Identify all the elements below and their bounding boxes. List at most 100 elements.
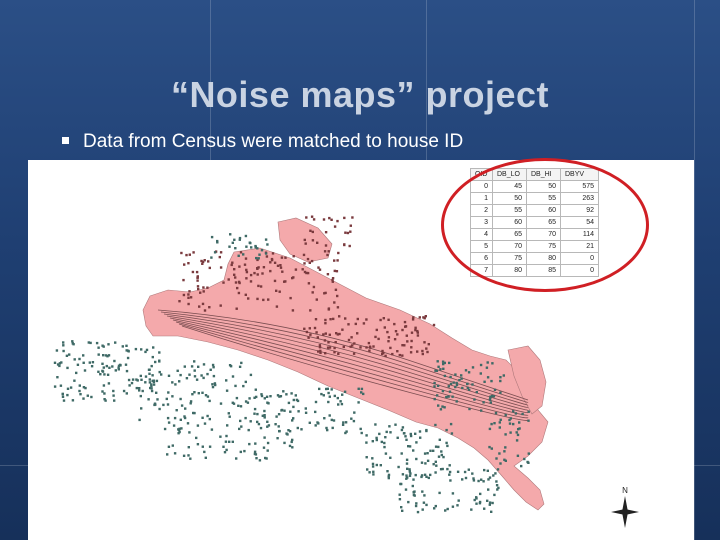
house-point [400, 452, 403, 455]
house-point [434, 445, 438, 448]
house-point [69, 386, 73, 389]
house-point [201, 302, 205, 306]
house-point [111, 365, 114, 368]
house-point [495, 484, 499, 487]
house-point [337, 251, 340, 255]
house-point [345, 430, 348, 433]
house-point [317, 350, 320, 353]
house-point [237, 404, 240, 407]
house-point [328, 346, 332, 349]
house-point [335, 270, 339, 273]
house-point [62, 399, 66, 402]
house-point [183, 263, 186, 266]
house-point [212, 374, 216, 378]
house-point [158, 370, 161, 374]
house-point [460, 377, 463, 380]
house-point [457, 499, 460, 502]
house-point [396, 333, 399, 336]
house-point [396, 350, 399, 353]
house-point [247, 428, 250, 432]
house-point [134, 347, 138, 351]
house-point [91, 361, 95, 364]
house-point [218, 255, 221, 259]
house-point [225, 448, 228, 452]
house-point [327, 391, 330, 395]
house-point [426, 350, 429, 354]
house-point [125, 392, 128, 395]
house-point [415, 457, 418, 461]
house-point [273, 279, 277, 283]
house-point [527, 461, 530, 464]
house-point [421, 349, 424, 353]
house-point [101, 369, 104, 373]
house-point [172, 424, 176, 427]
house-point [323, 250, 327, 253]
house-point [244, 416, 247, 420]
house-point [307, 282, 311, 285]
house-point [466, 382, 469, 386]
house-point [508, 422, 512, 425]
house-point [230, 263, 233, 267]
house-point [368, 471, 371, 474]
house-point [242, 253, 245, 256]
house-point [278, 429, 281, 433]
house-point [346, 231, 350, 235]
house-point [208, 266, 211, 270]
house-point [490, 422, 493, 426]
house-point [277, 413, 281, 416]
house-point [296, 399, 300, 403]
house-point [440, 450, 443, 453]
house-point [326, 387, 329, 390]
house-point [244, 257, 248, 260]
house-point [360, 391, 363, 394]
house-point [486, 499, 489, 502]
house-point [383, 441, 386, 445]
house-point [471, 366, 475, 369]
house-point [512, 410, 515, 413]
house-point [219, 435, 222, 438]
house-point [468, 407, 471, 411]
house-point [407, 500, 410, 504]
house-point [283, 441, 286, 445]
house-point [372, 473, 375, 476]
house-point [333, 346, 336, 350]
house-point [267, 298, 270, 301]
house-point [206, 372, 209, 376]
house-point [183, 415, 186, 418]
house-point [455, 381, 458, 385]
house-point [154, 360, 157, 364]
house-point [436, 360, 439, 363]
house-point [276, 394, 280, 397]
house-point [489, 401, 492, 404]
house-point [386, 330, 389, 334]
house-point [471, 472, 474, 475]
house-point [178, 300, 181, 303]
house-point [442, 367, 445, 370]
house-point [196, 424, 200, 427]
house-point [333, 225, 337, 228]
house-point [90, 395, 93, 399]
house-point [138, 389, 141, 392]
house-point [493, 388, 497, 391]
house-point [224, 440, 228, 443]
house-point [334, 288, 338, 291]
house-point [448, 473, 451, 476]
house-point [451, 395, 454, 398]
house-point [82, 354, 85, 357]
house-point [151, 355, 154, 359]
house-point [372, 470, 375, 473]
house-point [125, 369, 129, 373]
house-point [269, 395, 272, 398]
house-point [155, 379, 159, 383]
house-point [253, 407, 257, 411]
house-point [253, 452, 257, 456]
house-point [266, 449, 269, 452]
house-point [308, 421, 311, 424]
house-point [249, 420, 252, 423]
house-point [263, 416, 266, 419]
house-point [482, 480, 485, 483]
house-point [486, 469, 489, 472]
house-point [65, 354, 69, 357]
house-point [101, 362, 104, 365]
house-point [144, 350, 147, 354]
